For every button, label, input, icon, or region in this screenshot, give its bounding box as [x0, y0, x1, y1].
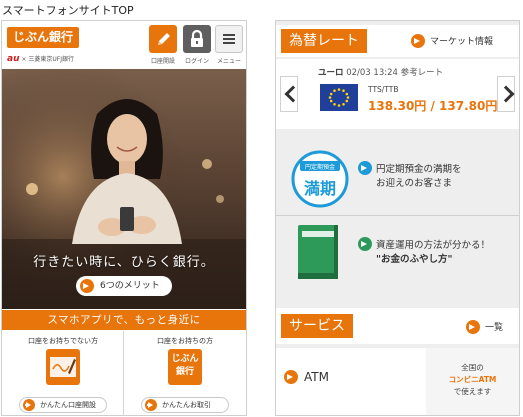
smartphone-scrolled-screen: 為替レート マーケット情報 ユーロ 02/03 13:24 参考レート TTS/…	[275, 20, 520, 416]
arrow-right-icon	[80, 279, 94, 293]
arrow-right-icon	[284, 370, 298, 384]
arrow-right-icon	[358, 237, 372, 251]
hero-tagline: 行きたい時に、ひらく銀行。	[33, 255, 215, 270]
asset-guide-line1: 資産運用の方法が分かる！	[376, 240, 491, 251]
lock-icon	[191, 29, 203, 47]
new-customer-panel: 口座をお持ちでない方 かんたん口座開設	[2, 331, 124, 415]
app-banner[interactable]: スマホアプリで、もっと身近に	[2, 310, 246, 330]
six-merits-button[interactable]: 6つのメリット	[76, 276, 172, 296]
menu-icon	[223, 34, 235, 44]
arrow-right-icon	[23, 399, 35, 411]
maturity-badge-top: 円定期預金	[304, 164, 335, 171]
maturity-promo-text: 円定期預金の満期を お迎えのお客さま	[358, 161, 462, 191]
atm-service-card[interactable]: ATM 全国の コンビニATM で使えます	[276, 348, 519, 415]
page: スマートフォンサイトTOP じぶん銀行 au × 三菱東京UFJ銀行 口座開設	[0, 0, 523, 417]
fx-currency-line: ユーロ 02/03 13:24 参考レート	[318, 66, 443, 78]
atm-note-line2: コンビニATM	[448, 375, 497, 384]
easy-transaction-label: かんたんお取引	[162, 401, 211, 409]
atm-link[interactable]: ATM	[284, 370, 329, 384]
site-header: じぶん銀行 au × 三菱東京UFJ銀行 口座開設 ログイン メニュー	[2, 21, 246, 69]
eu-flag-icon	[320, 84, 358, 111]
fx-rate-values: 138.30円 / 137.80円	[368, 99, 498, 113]
menu-button[interactable]	[215, 25, 243, 53]
maturity-line1: 円定期預金の満期を	[376, 164, 462, 175]
atm-note-line1: 全国の	[461, 363, 484, 372]
page-caption: スマートフォンサイトTOP	[2, 4, 134, 17]
market-info-link[interactable]: マーケット情報	[411, 34, 494, 48]
existing-customer-title: 口座をお持ちの方	[157, 337, 213, 345]
atm-label: ATM	[304, 370, 329, 384]
fx-rate-type: TTS/TTB	[368, 85, 399, 94]
services-section-header: サービス 一覧	[276, 308, 519, 344]
hero-photo-woman-with-phone	[2, 69, 246, 309]
asset-guide-text: 資産運用の方法が分かる！ "お金のふやし方"	[358, 237, 490, 267]
prev-currency-button[interactable]	[280, 76, 298, 112]
green-book-icon	[298, 225, 338, 279]
fx-section-header: 為替レート マーケット情報	[276, 25, 519, 57]
easy-account-opening-button[interactable]: かんたん口座開設	[19, 397, 107, 413]
atm-note-line3: で使えます	[453, 387, 492, 396]
fx-timestamp: 02/03 13:24 参考レート	[346, 68, 444, 78]
pencil-icon	[158, 33, 170, 45]
existing-customer-panel: 口座をお持ちの方 じぶん 銀行 かんたんお取引	[124, 331, 246, 415]
easy-transaction-button[interactable]: かんたんお取引	[141, 397, 229, 413]
au-logo: au	[7, 54, 20, 64]
arrow-right-icon	[411, 34, 425, 48]
menu-label: メニュー	[216, 58, 241, 65]
six-merits-label: 6つのメリット	[100, 281, 160, 291]
fx-rate-card: ユーロ 02/03 13:24 参考レート TTS/TTB 138.30円 / …	[276, 59, 519, 129]
hero-banner: 行きたい時に、ひらく銀行。 6つのメリット	[2, 69, 246, 309]
signature-card-icon	[50, 357, 76, 377]
new-customer-title: 口座をお持ちでない方	[28, 337, 98, 345]
market-info-label: マーケット情報	[430, 37, 494, 47]
asset-guide-promo[interactable]: 資産運用の方法が分かる！ "お金のふやし方"	[276, 217, 519, 287]
partner-line: au × 三菱東京UFJ銀行	[7, 54, 74, 64]
open-account-button[interactable]	[149, 25, 177, 53]
divider	[276, 215, 519, 216]
partner-separator: ×	[21, 56, 27, 63]
maturity-badge-main: 満期	[303, 179, 336, 198]
maturity-line2: お迎えのお客さま	[376, 178, 453, 189]
next-currency-button[interactable]	[497, 76, 515, 112]
smartphone-top-screen: じぶん銀行 au × 三菱東京UFJ銀行 口座開設 ログイン メニュー 行きたい…	[1, 20, 247, 416]
login-button[interactable]	[183, 25, 211, 53]
bank-app-logo-text: じぶん 銀行	[171, 354, 199, 377]
fx-currency-name: ユーロ	[318, 68, 344, 78]
services-list-link[interactable]: 一覧	[466, 320, 504, 334]
asset-guide-line2: "お金のふやし方"	[376, 254, 453, 265]
bank-logo[interactable]: じぶん銀行	[7, 27, 79, 48]
services-list-label: 一覧	[485, 323, 504, 333]
account-opening-image[interactable]	[46, 349, 80, 385]
arrow-right-icon	[145, 399, 157, 411]
easy-account-opening-label: かんたん口座開設	[40, 401, 96, 409]
arrow-right-icon	[466, 320, 480, 334]
fx-section-title: 為替レート	[281, 29, 367, 53]
atm-note: 全国の コンビニATM で使えます	[426, 348, 519, 415]
open-account-label: 口座開設	[150, 58, 175, 65]
bank-app-image[interactable]: じぶん 銀行	[168, 349, 202, 385]
maturity-promo[interactable]: 円定期預金 満期 円定期預金の満期を お迎えのお客さま	[276, 143, 519, 213]
arrow-right-icon	[358, 161, 372, 175]
services-section-title: サービス	[281, 314, 353, 338]
partner-bank-name: 三菱東京UFJ銀行	[28, 56, 74, 63]
login-label: ログイン	[184, 58, 209, 65]
